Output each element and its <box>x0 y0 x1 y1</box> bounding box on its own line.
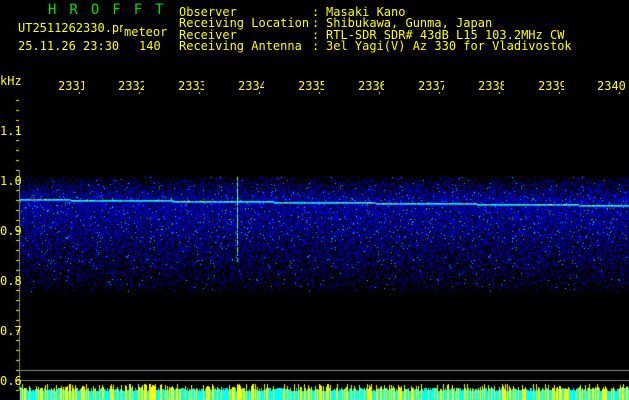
app-title: HROFFT <box>48 2 177 18</box>
time-tick-label: 2331 <box>58 79 84 93</box>
info-colon: : <box>312 39 320 53</box>
y-unit-label: kHz <box>0 74 22 88</box>
y-tick-label: 1.0 <box>0 174 22 188</box>
time-tick-label: 2336 <box>358 79 384 93</box>
datetime: 25.11.26 23:30 <box>18 39 120 53</box>
time-tick-label: 2338 <box>478 79 504 93</box>
y-tick-label: 0.8 <box>0 274 22 288</box>
time-tick-label: 2332 <box>118 79 144 93</box>
y-tick-label: 1.1 <box>0 124 22 138</box>
y-tick-label: 0.9 <box>0 224 22 238</box>
y-tick-label: 0.6 <box>0 374 22 388</box>
count: 140 <box>139 39 161 53</box>
info-label-antenna: Receiving Antenna <box>179 39 302 53</box>
time-tick-label: 2339 <box>538 79 564 93</box>
time-tick-label: 2340 <box>597 79 626 93</box>
time-tick-label: 2333 <box>178 79 204 93</box>
y-tick-label: 0.7 <box>0 324 22 338</box>
time-tick-label: 2337 <box>418 79 444 93</box>
spectrogram-waterfall <box>0 0 629 400</box>
info-value-antenna: 3el Yagi(V) Az 330 for Vladivostok <box>326 39 572 53</box>
time-tick-label: 2335 <box>298 79 324 93</box>
filename: UT2511262330.png <box>18 22 123 34</box>
mode-label: meteor <box>124 25 168 39</box>
time-tick-label: 2334 <box>238 79 264 93</box>
